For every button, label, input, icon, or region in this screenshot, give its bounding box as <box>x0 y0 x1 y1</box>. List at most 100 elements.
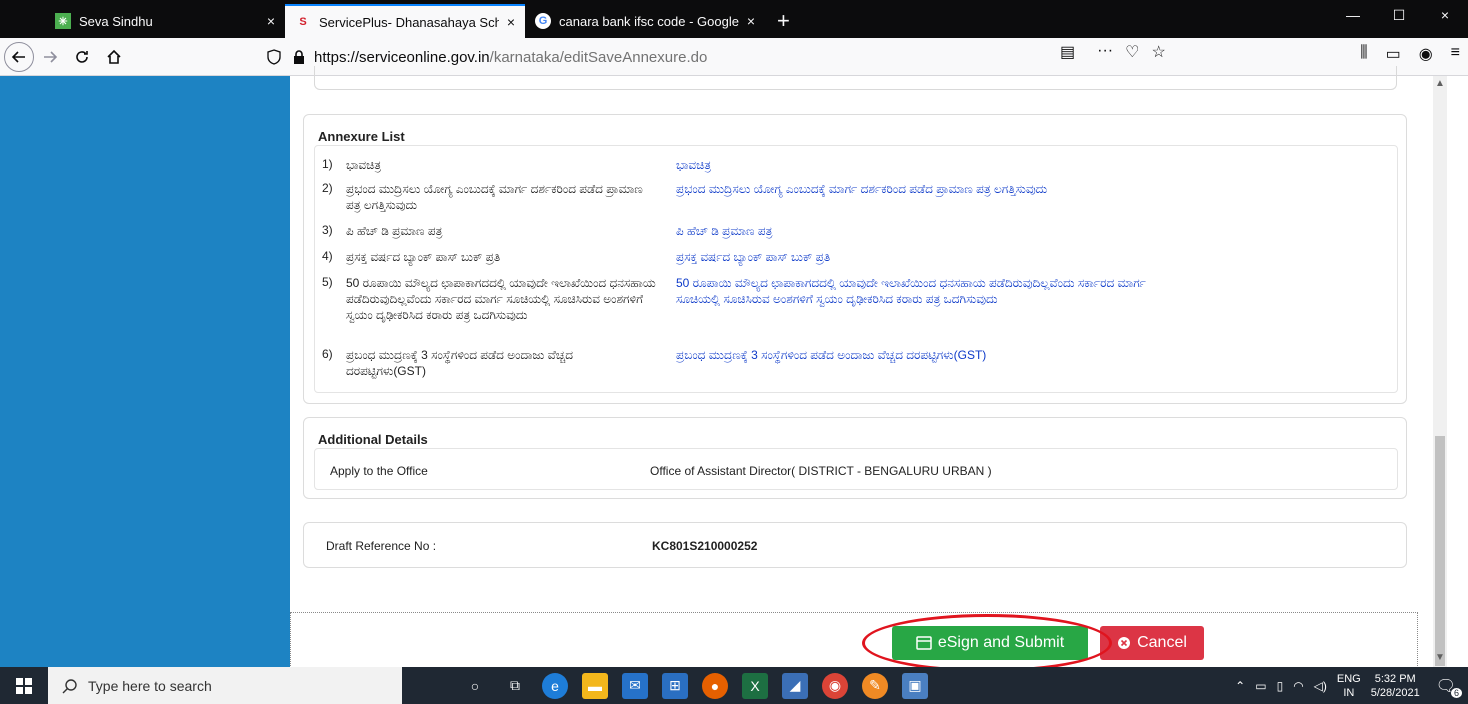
sidebar-icon[interactable]: ▭ <box>1386 44 1401 64</box>
lock-icon[interactable] <box>292 49 306 65</box>
cancel-button[interactable]: Cancel <box>1100 626 1204 660</box>
row-number: 1) <box>322 157 333 171</box>
back-button[interactable] <box>4 41 34 72</box>
annexure-row: 5) 50 ರೂಪಾಯಿ ಮೌಲ್ಯದ ಛಾಪಾಕಾಗದದಲ್ಲಿ ಯಾವುದೇ… <box>322 275 1146 323</box>
home-button[interactable] <box>98 41 130 73</box>
scroll-up-arrow-icon[interactable]: ▲ <box>1435 78 1445 89</box>
annexure-row: 3) ಪಿ ಹೆಚ್ ಡಿ ಪ್ರಮಾಣ ಪತ್ರ ಪಿ ಹೆಚ್ ಡಿ ಪ್ರ… <box>322 223 772 239</box>
paint-icon[interactable]: ✎ <box>862 672 888 699</box>
left-blue-panel <box>0 76 290 667</box>
close-tab-icon[interactable]: × <box>507 14 515 30</box>
taskbar-search-box[interactable]: Type here to search <box>48 667 402 704</box>
scroll-down-arrow-icon[interactable]: ▼ <box>1435 652 1445 663</box>
document-link[interactable]: ಭಾವಚಿತ್ರ <box>676 157 1146 173</box>
file-explorer-icon[interactable]: ▬ <box>582 672 608 699</box>
photos-icon[interactable]: ◢ <box>782 672 808 699</box>
annexure-row: 1) ಭಾವಚಿತ್ರ ಭಾವಚಿತ್ರ <box>322 157 711 173</box>
document-name: ಪ್ರಸಕ್ತ ವರ್ಷದ ಬ್ಯಾಂಕ್ ಪಾಸ್ ಬುಕ್ ಪ್ರತಿ <box>346 250 501 264</box>
edge-icon[interactable]: e <box>542 672 568 699</box>
firefox-icon[interactable]: ● <box>702 672 728 699</box>
page-actions-icon[interactable]: ··· <box>1097 42 1113 62</box>
url-actions: ▤ ··· ♡ ☆ <box>1060 42 1166 62</box>
notification-count-badge: 6 <box>1450 687 1462 698</box>
taskbar-apps: ○ ⧉ e ▬ ✉ ⊞ ● X ◢ ◉ ✎ ▣ <box>462 672 928 699</box>
language-indicator[interactable]: ENG IN <box>1337 672 1361 700</box>
library-icon[interactable]: ⫼ <box>1360 44 1367 64</box>
shield-icon[interactable] <box>266 49 282 65</box>
document-link[interactable]: ಪ್ರಭಂದ ಮುದ್ರಿಸಲು ಯೋಗ್ಯ ಎಂಬುದಕ್ಕೆ ಮಾರ್ಗ ದ… <box>676 181 1146 197</box>
document-link[interactable]: ಪ್ರಸಕ್ತ ವರ್ಷದ ಬ್ಯಾಂಕ್ ಪಾಸ್ ಬುಕ್ ಪ್ರತಿ <box>676 249 1146 265</box>
maximize-button[interactable]: ☐ <box>1376 0 1422 30</box>
search-placeholder: Type here to search <box>88 677 212 694</box>
page-viewport: ▲ ▼ Annexure List 1) ಭಾವಚಿತ್ರ ಭಾವಚಿತ್ರ 2… <box>0 66 1468 672</box>
url-host: https://serviceonline.gov.in <box>314 48 490 66</box>
annexure-row: 6) ಪ್ರಬಂಧ ಮುದ್ರಣಕ್ಕೆ 3 ಸಂಸ್ಥೆಗಳಿಂದ ಪಡೆದ … <box>322 347 986 379</box>
search-icon <box>62 678 77 693</box>
tab-google-search[interactable]: G canara bank ifsc code - Google × <box>525 4 765 38</box>
window-controls: — ☐ × <box>1330 0 1468 30</box>
new-tab-button[interactable]: + <box>765 4 802 38</box>
windows-logo-icon <box>16 677 32 694</box>
annexure-list-card: Annexure List 1) ಭಾವಚಿತ್ರ ಭಾವಚಿತ್ರ 2) ಪ್… <box>303 114 1407 404</box>
seva-sindhu-favicon-icon: ✳ <box>55 13 71 29</box>
bookmark-star-icon[interactable]: ☆ <box>1151 42 1165 62</box>
cortana-icon[interactable]: ○ <box>462 673 488 699</box>
close-window-button[interactable]: × <box>1422 0 1468 30</box>
forward-button[interactable] <box>34 41 66 73</box>
volume-icon[interactable]: ◁) <box>1314 679 1327 693</box>
document-name: 50 ರೂಪಾಯಿ ಮೌಲ್ಯದ ಛಾಪಾಕಾಗದದಲ್ಲಿ ಯಾವುದೇ ಇಲ… <box>346 276 656 322</box>
close-tab-icon[interactable]: × <box>267 13 275 29</box>
menu-icon[interactable]: ≡ <box>1451 44 1460 64</box>
annexure-row: 4) ಪ್ರಸಕ್ತ ವರ್ಷದ ಬ್ಯಾಂಕ್ ಪಾಸ್ ಬುಕ್ ಪ್ರತಿ… <box>322 249 830 265</box>
scrollbar-thumb[interactable] <box>1435 436 1445 666</box>
reader-view-icon[interactable]: ▤ <box>1060 42 1075 62</box>
document-name: ಪಿ ಹೆಚ್ ಡಿ ಪ್ರಮಾಣ ಪತ್ರ <box>346 224 443 238</box>
network-icon[interactable]: ▭ <box>1255 679 1266 693</box>
windows-taskbar: Type here to search ○ ⧉ e ▬ ✉ ⊞ ● X ◢ ◉ … <box>0 667 1468 704</box>
tab-title: Seva Sindhu <box>79 13 153 29</box>
notification-center-icon[interactable]: 🗨 6 <box>1430 676 1462 698</box>
chrome-icon[interactable]: ◉ <box>822 672 848 699</box>
tab-seva-sindhu[interactable]: ✳ Seva Sindhu × <box>45 4 285 38</box>
document-link[interactable]: ಪಿ ಹೆಚ್ ಡಿ ಪ್ರಮಾಣ ಪತ್ರ <box>676 223 1146 239</box>
mail-icon[interactable]: ✉ <box>622 672 648 699</box>
action-footer <box>290 612 1418 672</box>
serviceplus-favicon-icon: S <box>299 16 307 28</box>
clock[interactable]: 5:32 PM 5/28/2021 <box>1371 672 1420 700</box>
show-hidden-icons-icon[interactable]: ⌃ <box>1235 679 1245 693</box>
task-view-icon[interactable]: ⧉ <box>502 673 528 699</box>
forward-arrow-icon <box>44 50 58 63</box>
document-name: ಪ್ರಭಂದ ಮುದ್ರಿಸಲು ಯೋಗ್ಯ ಎಂಬುದಕ್ಕೆ ಮಾರ್ಗ ದ… <box>346 182 643 212</box>
annexure-row: 2) ಪ್ರಭಂದ ಮುದ್ರಿಸಲು ಯೋಗ್ಯ ಎಂಬುದಕ್ಕೆ ಮಾರ್… <box>322 181 1047 213</box>
draft-reference-label: Draft Reference No : <box>326 539 437 553</box>
system-tray: ⌃ ▭ ▯ ◠ ◁) ENG IN 5:32 PM 5/28/2021 🗨 6 <box>1235 667 1468 704</box>
cancel-button-label: Cancel <box>1137 634 1187 651</box>
minimize-button[interactable]: — <box>1330 0 1376 30</box>
tab-serviceplus[interactable]: S ServicePlus- Dhanasahaya Sche × <box>285 4 525 38</box>
document-link[interactable]: 50 ರೂಪಾಯಿ ಮೌಲ್ಯದ ಛಾಪಾಕಾಗದದಲ್ಲಿ ಯಾವುದೇ ಇಲ… <box>676 275 1146 307</box>
clock-date: 5/28/2021 <box>1370 686 1420 699</box>
app-window-icon[interactable]: ▣ <box>902 672 928 699</box>
document-link[interactable]: ಪ್ರಬಂಧ ಮುದ್ರಣಕ್ಕೆ 3 ಸಂಸ್ಥೆಗಳಿಂದ ಪಡೆದ ಅಂದ… <box>676 347 1146 363</box>
reload-button[interactable] <box>66 41 98 73</box>
row-number: 3) <box>322 223 333 237</box>
pocket-icon[interactable]: ♡ <box>1125 42 1139 62</box>
start-button[interactable] <box>0 667 48 704</box>
battery-icon[interactable]: ▯ <box>1277 679 1284 693</box>
row-number: 5) <box>322 275 333 289</box>
excel-icon[interactable]: X <box>742 672 768 699</box>
wifi-icon[interactable]: ◠ <box>1293 679 1303 693</box>
tab-bar: ✳ Seva Sindhu × S ServicePlus- Dhanasaha… <box>0 0 1468 38</box>
additional-details-title: Additional Details <box>318 432 428 447</box>
store-icon[interactable]: ⊞ <box>662 672 688 699</box>
office-label: Apply to the Office <box>330 464 428 478</box>
document-name: ಪ್ರಬಂಧ ಮುದ್ರಣಕ್ಕೆ 3 ಸಂಸ್ಥೆಗಳಿಂದ ಪಡೆದ ಅಂದ… <box>346 348 573 378</box>
close-tab-icon[interactable]: × <box>747 13 755 29</box>
language-code: ENG <box>1336 672 1361 685</box>
google-favicon-icon: G <box>535 13 551 29</box>
account-icon[interactable]: ◉ <box>1419 44 1433 64</box>
clock-time: 5:32 PM <box>1374 672 1416 685</box>
tab-bar-left-strip <box>0 0 45 38</box>
row-number: 6) <box>322 347 333 361</box>
draft-reference-value: KC801S210000252 <box>652 539 758 553</box>
